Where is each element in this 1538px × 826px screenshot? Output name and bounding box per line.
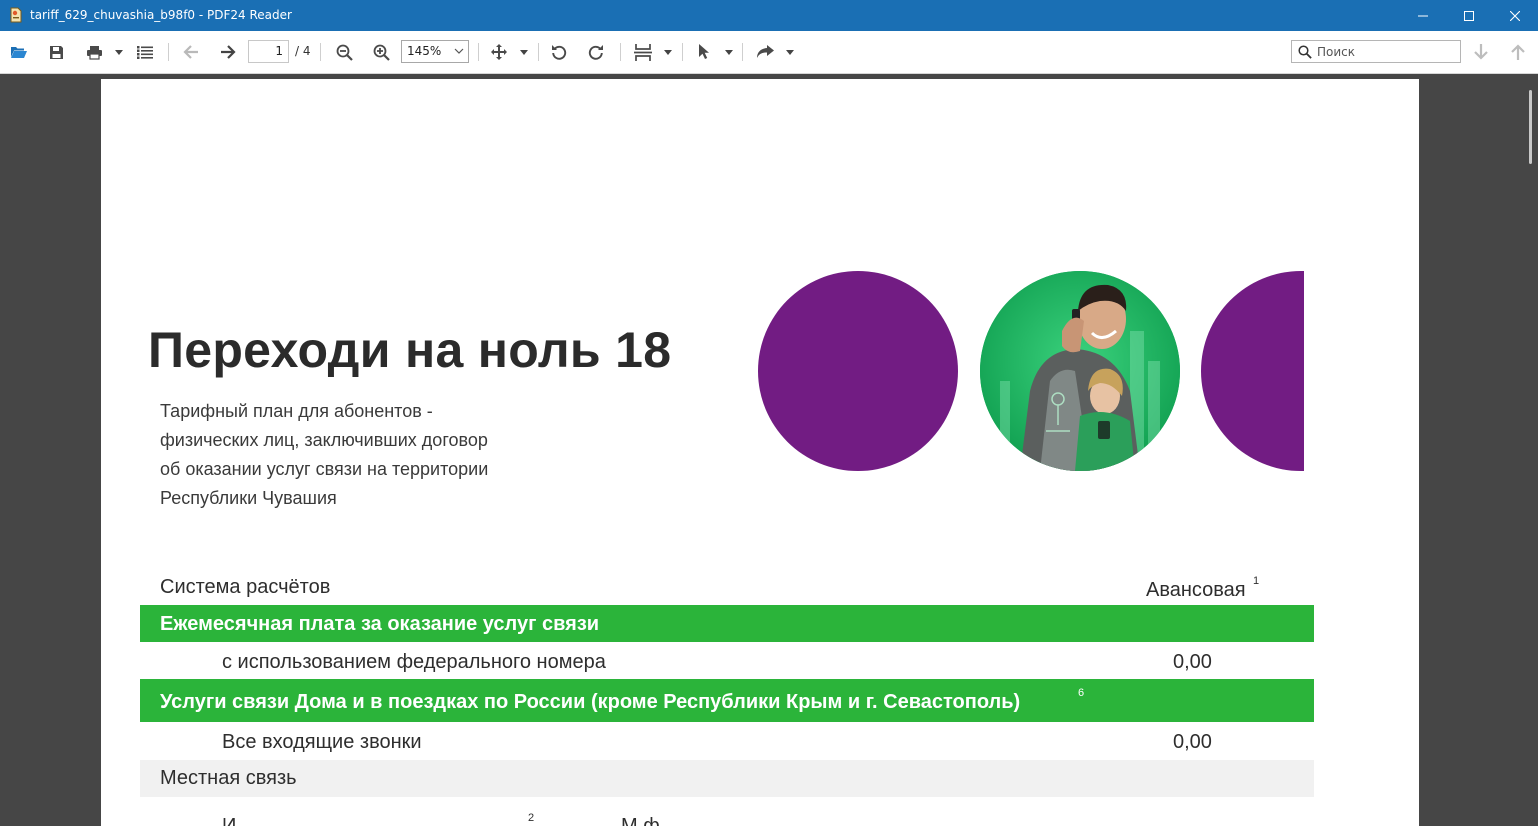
save-button[interactable] bbox=[46, 41, 66, 63]
document-viewer[interactable]: Переходи на ноль 18 Тарифный план для аб… bbox=[0, 74, 1538, 826]
chevron-down-icon bbox=[115, 49, 123, 55]
open-folder-icon bbox=[11, 47, 27, 58]
outline-button[interactable] bbox=[135, 41, 155, 63]
subtitle-line: Республики Чувашия bbox=[160, 488, 337, 508]
billing-system-value: Авансовая bbox=[1146, 579, 1246, 601]
app-icon bbox=[10, 7, 22, 23]
toolbar-separator bbox=[620, 43, 621, 61]
share-button[interactable] bbox=[754, 41, 776, 63]
rotate-left-icon bbox=[552, 45, 567, 60]
section-header-home-roaming: Услуги связи Дома и в поездках по России… bbox=[140, 679, 1314, 722]
clipped-text: М ф bbox=[621, 815, 660, 826]
print-icon bbox=[86, 45, 102, 60]
purple-circle-decoration bbox=[758, 271, 958, 471]
select-dropdown-button[interactable] bbox=[722, 41, 736, 63]
zoom-in-icon bbox=[373, 44, 390, 61]
toolbar-separator bbox=[742, 43, 743, 61]
maximize-button[interactable] bbox=[1446, 0, 1492, 31]
toolbar: 1 / 4 145% bbox=[0, 31, 1538, 74]
chevron-down-icon bbox=[520, 49, 528, 55]
print-button[interactable] bbox=[83, 41, 105, 63]
move-icon bbox=[491, 44, 507, 60]
section-title: Ежемесячная плата за оказание услуг связ… bbox=[160, 613, 600, 635]
search-prev-icon bbox=[1511, 44, 1525, 60]
chevron-down-icon bbox=[786, 49, 794, 55]
open-button[interactable] bbox=[8, 41, 30, 63]
footnote-mark: 2 bbox=[528, 812, 535, 824]
close-button[interactable] bbox=[1492, 0, 1538, 31]
pdf-page: Переходи на ноль 18 Тарифный план для аб… bbox=[101, 79, 1419, 826]
toolbar-separator bbox=[538, 43, 539, 61]
list-icon bbox=[137, 45, 153, 59]
rotate-right-button[interactable] bbox=[585, 41, 607, 63]
tariff-row-label: с использованием федерального номера bbox=[222, 651, 606, 673]
chevron-down-icon bbox=[454, 48, 464, 54]
search-input[interactable] bbox=[1317, 43, 1457, 60]
save-icon bbox=[49, 45, 63, 59]
zoom-out-button[interactable] bbox=[333, 41, 355, 63]
tariff-row-label: Все входящие звонки bbox=[222, 731, 422, 753]
search-icon bbox=[1298, 45, 1312, 59]
subtitle-line: Тарифный план для абонентов - bbox=[160, 401, 433, 421]
chevron-down-icon bbox=[725, 49, 733, 55]
forward-button[interactable] bbox=[217, 41, 239, 63]
print-dropdown-button[interactable] bbox=[112, 41, 126, 63]
subtitle-line: физических лиц, заключивших договор bbox=[160, 430, 488, 450]
section-header-monthly-fee: Ежемесячная плата за оказание услуг связ… bbox=[140, 605, 1314, 642]
search-next-icon bbox=[1474, 44, 1488, 60]
maximize-icon bbox=[1464, 10, 1474, 21]
zoom-select[interactable]: 145% bbox=[401, 40, 469, 63]
purple-circle-shape bbox=[1201, 271, 1304, 471]
page-total: / 4 bbox=[295, 44, 311, 58]
promo-photo bbox=[980, 271, 1180, 471]
rotate-left-button[interactable] bbox=[548, 41, 570, 63]
tariff-row-value: 0,00 bbox=[1173, 651, 1212, 673]
zoom-in-button[interactable] bbox=[370, 41, 392, 63]
page-number-input[interactable]: 1 bbox=[248, 40, 289, 63]
search-next-button[interactable] bbox=[1470, 41, 1492, 63]
section-title: Местная связь bbox=[160, 767, 297, 789]
document-subtitle: Тарифный план для абонентов - физических… bbox=[160, 397, 540, 513]
toolbar-separator bbox=[682, 43, 683, 61]
search-prev-button[interactable] bbox=[1507, 41, 1529, 63]
footnote-mark: 1 bbox=[1253, 575, 1260, 587]
footnote-mark: 6 bbox=[1078, 687, 1085, 699]
back-arrow-icon bbox=[183, 45, 198, 59]
zoom-value: 145% bbox=[407, 44, 442, 58]
fit-icon bbox=[634, 43, 652, 61]
document-title: Переходи на ноль 18 bbox=[148, 322, 672, 378]
toolbar-separator bbox=[320, 43, 321, 61]
tariff-row-value: 0,00 bbox=[1173, 731, 1212, 753]
back-button[interactable] bbox=[180, 41, 202, 63]
close-icon bbox=[1510, 10, 1520, 21]
chevron-down-icon bbox=[664, 49, 672, 55]
section-title: Услуги связи Дома и в поездках по России… bbox=[160, 691, 1021, 713]
rotate-right-icon bbox=[588, 45, 603, 60]
minimize-button[interactable] bbox=[1400, 0, 1446, 31]
share-dropdown-button[interactable] bbox=[783, 41, 797, 63]
window-title: tariff_629_chuvashia_b98f0 - PDF24 Reade… bbox=[30, 8, 292, 22]
vertical-scrollbar[interactable] bbox=[1524, 74, 1538, 826]
promo-illustration bbox=[980, 271, 1180, 471]
toolbar-separator bbox=[478, 43, 479, 61]
move-dropdown-button[interactable] bbox=[517, 41, 531, 63]
toolbar-separator bbox=[168, 43, 169, 61]
fit-dropdown-button[interactable] bbox=[661, 41, 675, 63]
purple-half-circle-decoration bbox=[1201, 271, 1304, 471]
subtitle-line: об оказании услуг связи на территории bbox=[160, 459, 489, 479]
zoom-out-icon bbox=[336, 44, 353, 61]
fit-button[interactable] bbox=[632, 41, 654, 63]
clipped-text: И bbox=[222, 815, 237, 826]
forward-arrow-icon bbox=[221, 45, 236, 59]
scrollbar-thumb[interactable] bbox=[1529, 90, 1532, 164]
section-header-local-calls: Местная связь bbox=[140, 760, 1314, 797]
title-bar: tariff_629_chuvashia_b98f0 - PDF24 Reade… bbox=[0, 0, 1538, 31]
select-pointer-icon bbox=[699, 44, 709, 59]
select-tool-button[interactable] bbox=[694, 41, 714, 63]
minimize-icon bbox=[1418, 15, 1428, 16]
move-button[interactable] bbox=[489, 41, 509, 63]
search-box[interactable] bbox=[1291, 40, 1461, 63]
billing-system-label: Система расчётов bbox=[160, 576, 331, 598]
share-icon bbox=[757, 45, 774, 58]
